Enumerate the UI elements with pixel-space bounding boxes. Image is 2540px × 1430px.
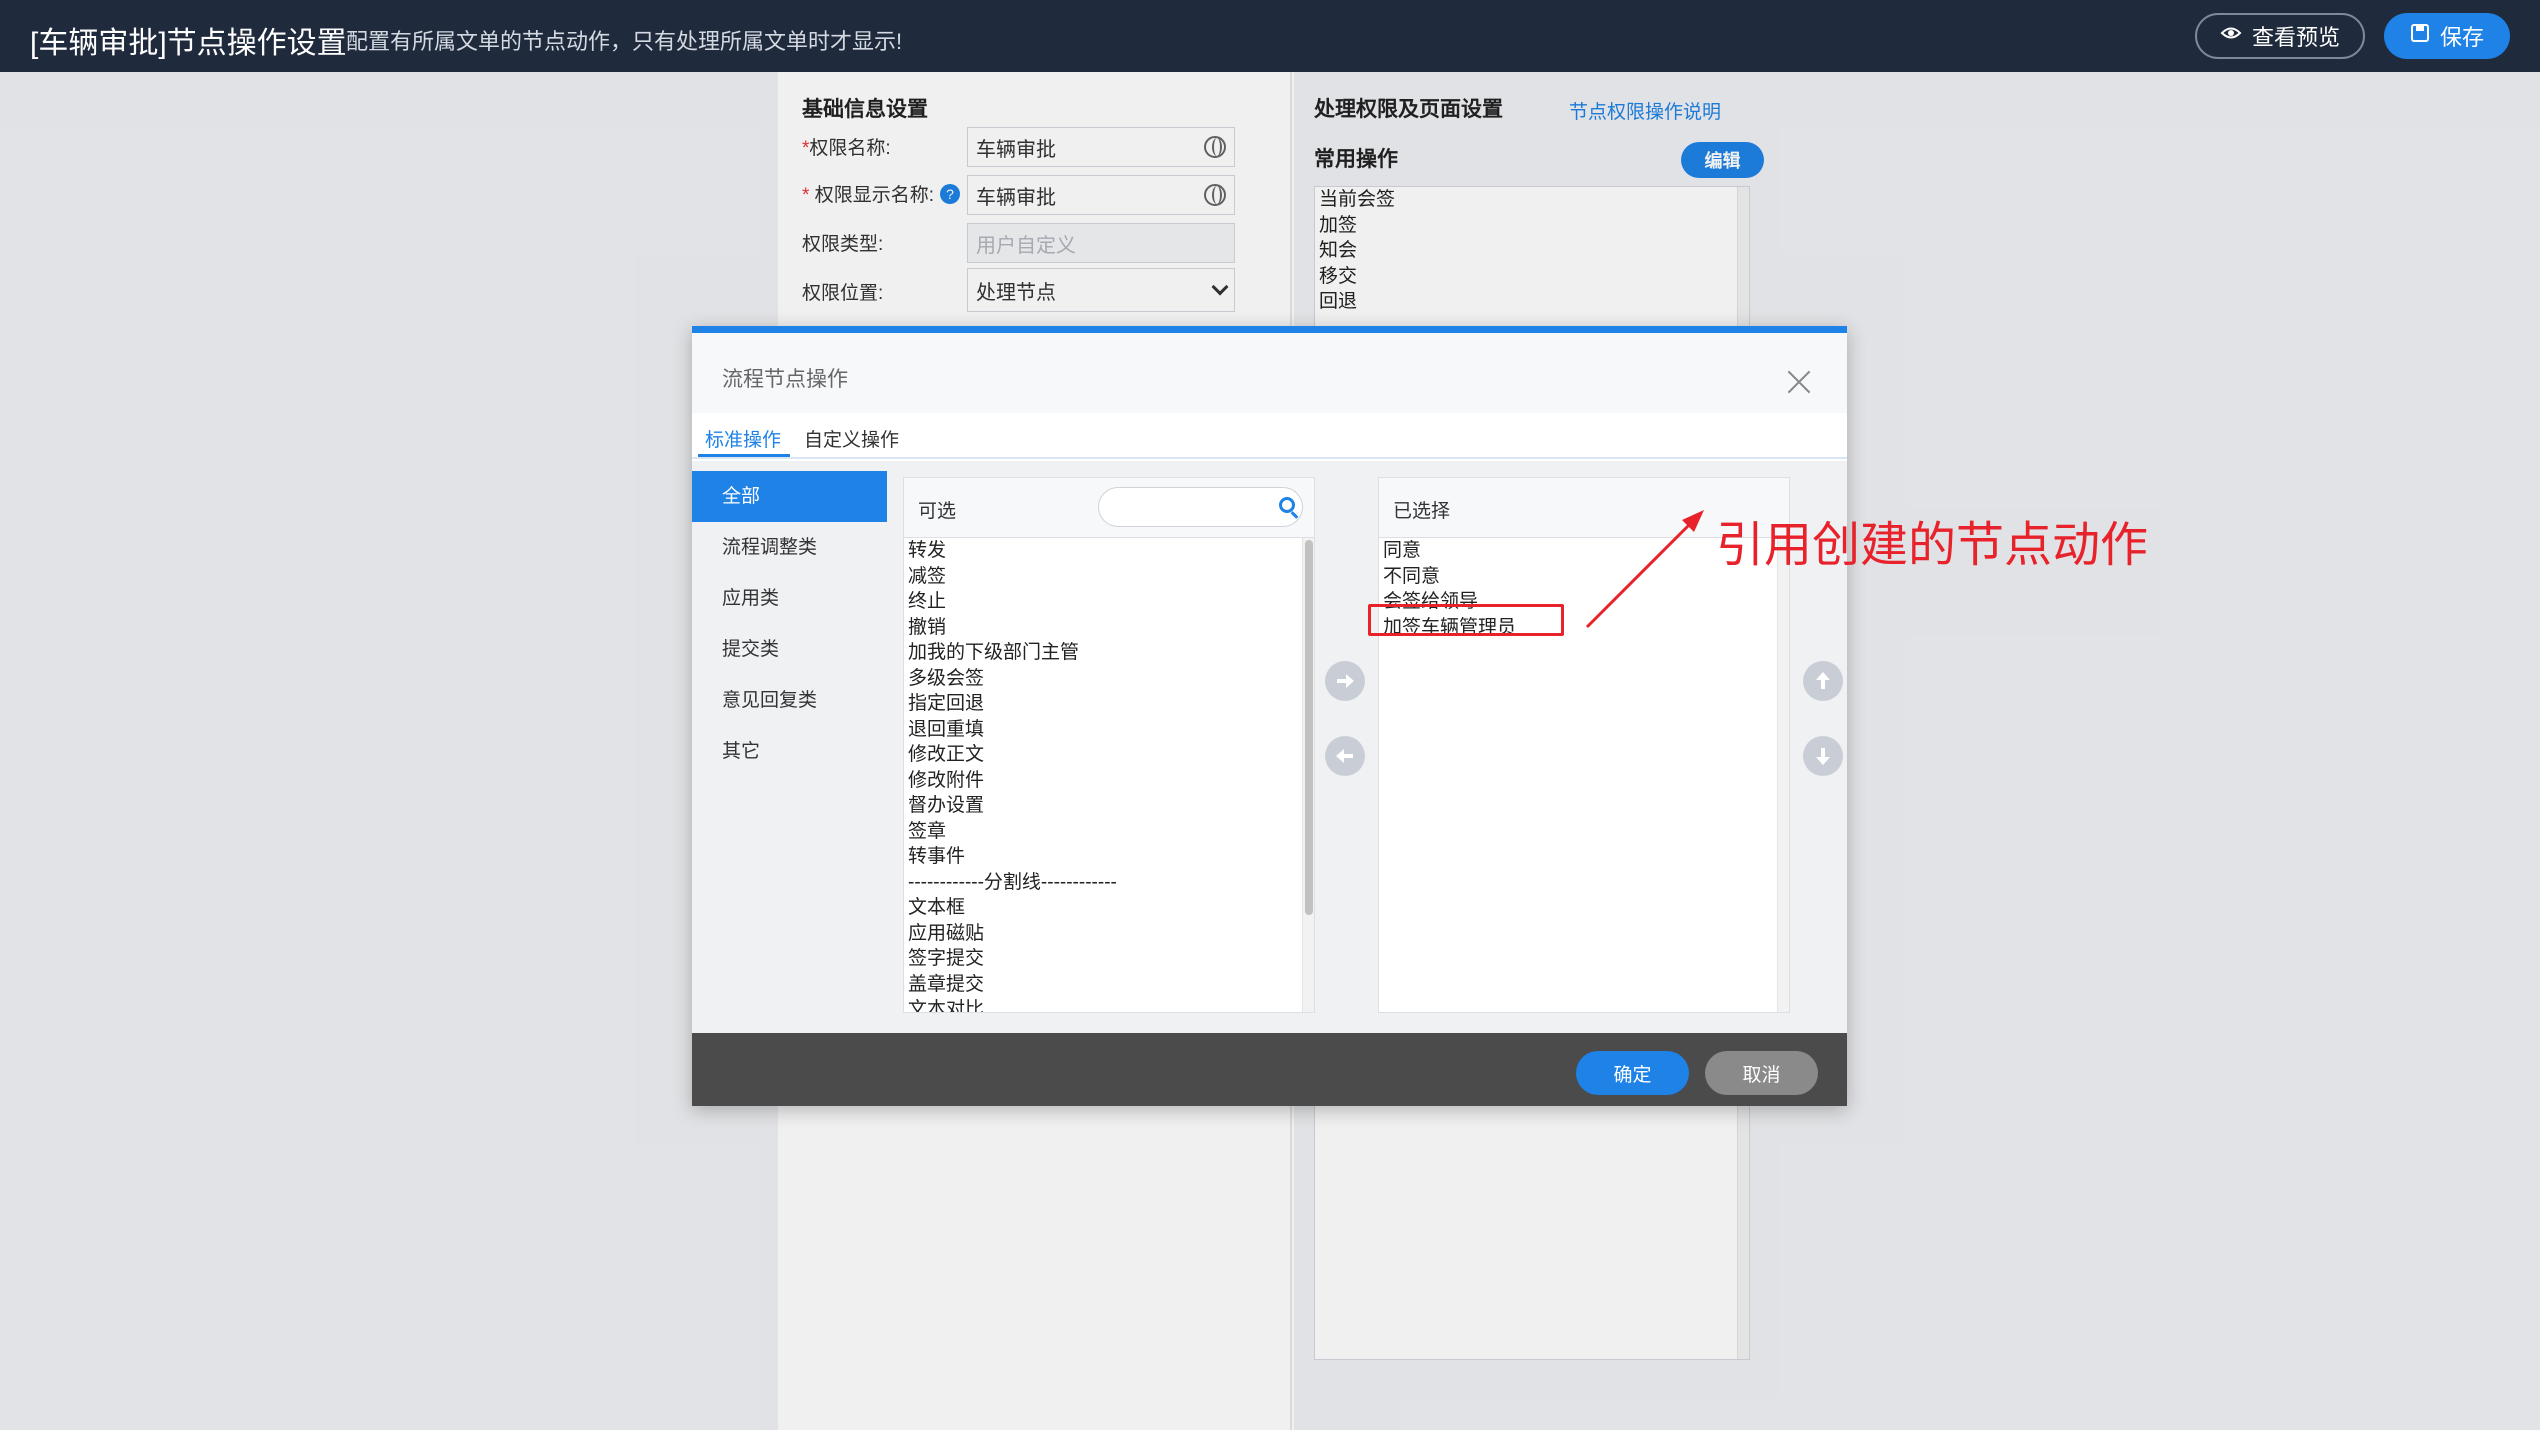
dialog-header: 流程节点操作 (692, 333, 1847, 413)
annotation-text: 引用创建的节点动作 (1716, 519, 2149, 572)
list-item[interactable]: 盖章提交 (904, 972, 1314, 998)
category-other[interactable]: 其它 (692, 726, 887, 777)
list-item[interactable]: 督办设置 (904, 793, 1314, 819)
eye-icon (2220, 22, 2242, 50)
selected-scrollbar[interactable] (1777, 538, 1789, 1012)
list-item[interactable]: 指定回退 (904, 691, 1314, 717)
save-label: 保存 (2439, 25, 2484, 50)
category-comment-reply[interactable]: 意见回复类 (692, 675, 887, 726)
available-panel-header: 可选 (904, 478, 1314, 538)
arrow-up-icon (1816, 672, 1830, 689)
scrollbar-thumb[interactable] (1305, 540, 1313, 915)
available-list: 转发 减签 终止 撤销 加我的下级部门主管 多级会签 指定回退 退回重填 修改正… (904, 538, 1314, 1012)
selected-label: 已选择 (1393, 501, 1451, 522)
category-submit[interactable]: 提交类 (692, 624, 887, 675)
list-item[interactable]: 转发 (904, 538, 1314, 564)
close-icon[interactable] (1784, 367, 1814, 397)
list-item[interactable]: 撤销 (904, 615, 1314, 641)
annotation-arrow (1585, 510, 1704, 629)
list-item[interactable]: 签字提交 (904, 946, 1314, 972)
category-application[interactable]: 应用类 (692, 573, 887, 624)
arrow-down-icon (1816, 748, 1830, 765)
move-down-button[interactable] (1803, 736, 1843, 776)
search-icon[interactable] (1279, 497, 1295, 513)
available-scrollbar[interactable] (1302, 538, 1314, 1012)
dialog-tabs: 标准操作 自定义操作 (692, 413, 1847, 459)
list-item[interactable]: 修改正文 (904, 742, 1314, 768)
list-item[interactable]: 终止 (904, 589, 1314, 615)
move-up-button[interactable] (1803, 661, 1843, 701)
list-item[interactable]: 修改附件 (904, 768, 1314, 794)
list-item[interactable]: 文本框 (904, 895, 1314, 921)
page-description: 配置有所属文单的节点动作，只有处理所属文单时才显示! (346, 29, 903, 54)
list-item[interactable]: 转事件 (904, 844, 1314, 870)
list-item[interactable]: 应用磁贴 (904, 921, 1314, 947)
arrow-left-icon (1336, 749, 1353, 763)
active-tab-indicator (698, 454, 790, 457)
category-all[interactable]: 全部 (692, 471, 887, 522)
cancel-button[interactable]: 取消 (1705, 1051, 1818, 1095)
arrow-right-icon (1337, 674, 1354, 688)
move-left-button[interactable] (1325, 736, 1365, 776)
category-flow-adjust[interactable]: 流程调整类 (692, 522, 887, 573)
top-bar: [车辆审批]节点操作设置 配置有所属文单的节点动作，只有处理所属文单时才显示! … (0, 0, 2540, 72)
list-item[interactable]: 减签 (904, 564, 1314, 590)
divider-item: ------------分割线------------ (908, 871, 1117, 893)
dialog-footer: 确定 取消 (692, 1033, 1847, 1106)
list-item[interactable]: 加我的下级部门主管 (904, 640, 1314, 666)
list-item[interactable]: 签章 (904, 819, 1314, 845)
highlight-box (1368, 604, 1564, 636)
page-title: [车辆审批]节点操作设置 (30, 27, 347, 60)
preview-button[interactable]: 查看预览 (2195, 13, 2365, 59)
category-list: 全部 流程调整类 应用类 提交类 意见回复类 其它 (692, 471, 887, 777)
available-label: 可选 (918, 501, 957, 522)
search-input[interactable] (1098, 487, 1303, 527)
tab-standard[interactable]: 标准操作 (705, 425, 781, 452)
list-item[interactable]: 多级会签 (904, 666, 1314, 692)
confirm-button[interactable]: 确定 (1576, 1051, 1689, 1095)
available-panel: 可选 转发 减签 终止 撤销 加我的下级部门主管 多级会签 指定回退 退回重填 … (903, 477, 1315, 1013)
tab-custom[interactable]: 自定义操作 (804, 425, 899, 452)
save-button[interactable]: 保存 (2384, 13, 2510, 59)
move-right-button[interactable] (1325, 661, 1365, 701)
floppy-icon (2410, 23, 2430, 49)
dialog-title: 流程节点操作 (722, 368, 848, 391)
list-item[interactable]: 退回重填 (904, 717, 1314, 743)
node-operations-dialog: 流程节点操作 标准操作 自定义操作 全部 流程调整类 应用类 提交类 意见回复类… (692, 326, 1847, 1106)
list-item[interactable]: 文本对比 (904, 997, 1314, 1012)
preview-label: 查看预览 (2251, 25, 2340, 50)
